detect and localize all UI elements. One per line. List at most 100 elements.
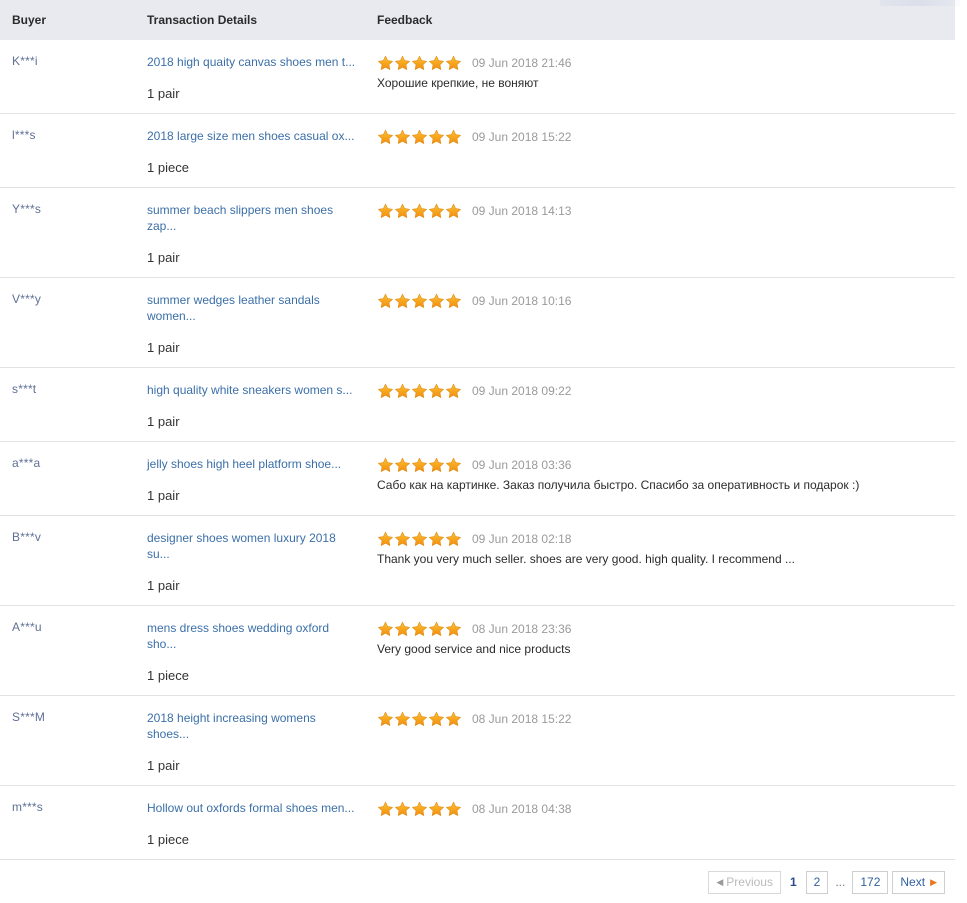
cell-transaction-details: 2018 high quaity canvas shoes men t... 1 … xyxy=(143,40,373,114)
cell-feedback: 08 Jun 2018 04:38 xyxy=(373,785,955,860)
feedback-comment: Thank you very much seller. shoes are ve… xyxy=(377,552,795,566)
table-row: l***s 2018 large size men shoes casual ox… xyxy=(0,113,955,188)
feedback-date: 09 Jun 2018 10:16 xyxy=(472,293,572,308)
cell-transaction-details: 2018 height increasing womens shoes... 1 … xyxy=(143,695,373,786)
cell-transaction-details: summer beach slippers men shoes zap... 1 … xyxy=(143,187,373,278)
pagination-page-2[interactable]: 2 xyxy=(805,871,829,894)
column-header-transaction-details: Transaction Details xyxy=(143,0,373,40)
star-rating xyxy=(377,203,462,219)
feedback-table: Buyer Transaction Details Feedback K***i… xyxy=(0,0,955,860)
feedback-date: 09 Jun 2018 14:13 xyxy=(472,203,572,218)
cell-buyer: Y***s xyxy=(0,187,143,278)
product-link[interactable]: designer shoes women luxury 2018 su... xyxy=(147,530,359,562)
product-quantity: 1 pair xyxy=(147,414,180,429)
feedback-header: 08 Jun 2018 15:22 xyxy=(377,710,954,727)
pagination-previous-button[interactable]: ◀ Previous xyxy=(708,871,781,894)
buyer-name: V***y xyxy=(12,292,42,306)
feedback-date: 09 Jun 2018 03:36 xyxy=(472,457,572,472)
feedback-page: Buyer Transaction Details Feedback K***i… xyxy=(0,0,967,903)
product-link[interactable]: Hollow out oxfords formal shoes men... xyxy=(147,800,359,816)
table-row: m***s Hollow out oxfords formal shoes men… xyxy=(0,785,955,860)
table-row: Y***s summer beach slippers men shoes zap… xyxy=(0,187,955,278)
product-quantity: 1 pair xyxy=(147,86,180,101)
table-row: s***t high quality white sneakers women s… xyxy=(0,367,955,442)
table-row: A***u mens dress shoes wedding oxford sho… xyxy=(0,605,955,696)
feedback-header: 08 Jun 2018 04:38 xyxy=(377,800,954,817)
cell-buyer: a***a xyxy=(0,441,143,516)
cell-feedback: 09 Jun 2018 21:46 Хорошие крепкие, не вон… xyxy=(373,40,955,114)
feedback-header: 09 Jun 2018 15:22 xyxy=(377,128,954,145)
pagination-last-page[interactable]: 172 xyxy=(852,871,889,894)
star-rating xyxy=(377,129,462,145)
cell-feedback: 09 Jun 2018 10:16 xyxy=(373,277,955,368)
product-link[interactable]: 2018 height increasing womens shoes... xyxy=(147,710,359,742)
cell-buyer: m***s xyxy=(0,785,143,860)
cell-feedback: 09 Jun 2018 15:22 xyxy=(373,113,955,188)
product-quantity: 1 pair xyxy=(147,578,180,593)
star-rating xyxy=(377,383,462,399)
product-quantity: 1 piece xyxy=(147,160,189,175)
product-quantity: 1 piece xyxy=(147,668,189,683)
cell-buyer: A***u xyxy=(0,605,143,696)
star-rating xyxy=(377,293,462,309)
buyer-name: B***v xyxy=(12,530,42,544)
product-link[interactable]: mens dress shoes wedding oxford sho... xyxy=(147,620,359,652)
feedback-date: 09 Jun 2018 15:22 xyxy=(472,129,572,144)
pagination: ◀ Previous 1 2 ... 172 Next ▶ xyxy=(708,871,945,894)
cell-buyer: S***M xyxy=(0,695,143,786)
caret-left-icon: ◀ xyxy=(716,876,724,887)
feedback-header: 09 Jun 2018 14:13 xyxy=(377,202,954,219)
cell-feedback: 09 Jun 2018 03:36 Сабо как на картинке. З… xyxy=(373,441,955,516)
feedback-comment: Хорошие крепкие, не воняют xyxy=(377,76,539,90)
pagination-previous-label: Previous xyxy=(726,875,773,889)
buyer-name: s***t xyxy=(12,382,37,396)
table-row: V***y summer wedges leather sandals women… xyxy=(0,277,955,368)
table-body: K***i 2018 high quaity canvas shoes men t… xyxy=(0,40,955,860)
feedback-header: 09 Jun 2018 21:46 xyxy=(377,54,954,71)
feedback-header: 08 Jun 2018 23:36 xyxy=(377,620,954,637)
product-quantity: 1 pair xyxy=(147,340,180,355)
cell-feedback: 09 Jun 2018 09:22 xyxy=(373,367,955,442)
pagination-next-label: Next xyxy=(900,875,926,889)
cell-transaction-details: high quality white sneakers women s... 1 … xyxy=(143,367,373,442)
product-link[interactable]: 2018 large size men shoes casual ox... xyxy=(147,128,359,144)
buyer-name: m***s xyxy=(12,800,44,814)
pagination-next-button[interactable]: Next ▶ xyxy=(892,871,945,894)
top-edge-artifact xyxy=(880,0,960,6)
cell-transaction-details: summer wedges leather sandals women... 1 … xyxy=(143,277,373,368)
product-link[interactable]: high quality white sneakers women s... xyxy=(147,382,359,398)
cell-buyer: l***s xyxy=(0,113,143,188)
cell-feedback: 08 Jun 2018 15:22 xyxy=(373,695,955,786)
feedback-header: 09 Jun 2018 10:16 xyxy=(377,292,954,309)
pagination-page-1[interactable]: 1 xyxy=(785,871,802,894)
product-link[interactable]: jelly shoes high heel platform shoe... xyxy=(147,456,359,472)
table-row: B***v designer shoes women luxury 2018 su… xyxy=(0,515,955,606)
star-rating xyxy=(377,457,462,473)
column-header-feedback: Feedback xyxy=(373,0,955,40)
product-link[interactable]: summer wedges leather sandals women... xyxy=(147,292,359,324)
cell-transaction-details: jelly shoes high heel platform shoe... 1 … xyxy=(143,441,373,516)
buyer-name: S***M xyxy=(12,710,46,724)
feedback-comment: Сабо как на картинке. Заказ получила быс… xyxy=(377,478,860,492)
product-quantity: 1 pair xyxy=(147,758,180,773)
table-row: K***i 2018 high quaity canvas shoes men t… xyxy=(0,40,955,114)
star-rating xyxy=(377,621,462,637)
product-quantity: 1 piece xyxy=(147,832,189,847)
cell-feedback: 09 Jun 2018 02:18 Thank you very much sel… xyxy=(373,515,955,606)
product-link[interactable]: 2018 high quaity canvas shoes men t... xyxy=(147,54,359,70)
product-quantity: 1 pair xyxy=(147,488,180,503)
buyer-name: a***a xyxy=(12,456,41,470)
star-rating xyxy=(377,531,462,547)
feedback-header: 09 Jun 2018 02:18 xyxy=(377,530,954,547)
product-link[interactable]: summer beach slippers men shoes zap... xyxy=(147,202,359,234)
cell-buyer: B***v xyxy=(0,515,143,606)
cell-buyer: s***t xyxy=(0,367,143,442)
star-rating xyxy=(377,711,462,727)
product-quantity: 1 pair xyxy=(147,250,180,265)
feedback-header: 09 Jun 2018 09:22 xyxy=(377,382,954,399)
caret-right-icon: ▶ xyxy=(930,876,937,887)
table-header: Buyer Transaction Details Feedback xyxy=(0,0,955,40)
feedback-date: 09 Jun 2018 09:22 xyxy=(472,383,572,398)
buyer-name: K***i xyxy=(12,54,38,68)
cell-transaction-details: designer shoes women luxury 2018 su... 1 … xyxy=(143,515,373,606)
